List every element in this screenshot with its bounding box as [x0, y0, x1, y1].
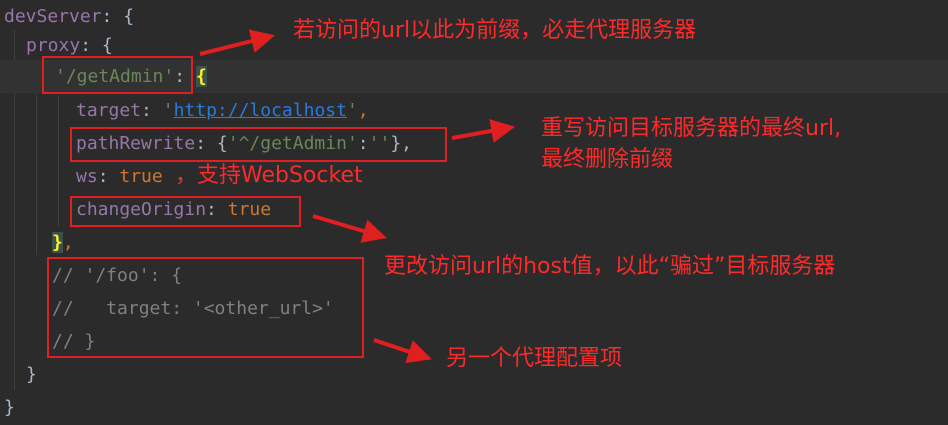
rewrite-annotation-line1: 重写访问目标服务器的最终url, — [541, 116, 842, 141]
prefix-arrow — [199, 29, 275, 56]
other-proxy-annotation: 另一个代理配置项 — [446, 346, 623, 371]
rewrite-arrow — [451, 119, 516, 143]
ws-annotation: ，支持WebSocket — [175, 163, 363, 188]
prefix-annotation: 若访问的url以此为前缀，必走代理服务器 — [293, 18, 697, 43]
rewrite-annotation-line2: 最终删除前缀 — [541, 147, 674, 172]
changeorigin-arrow — [312, 214, 387, 243]
changeorigin-annotation: 更改访问url的host值，以此“骗过”目标服务器 — [384, 254, 836, 279]
other-proxy-arrow — [373, 338, 432, 364]
